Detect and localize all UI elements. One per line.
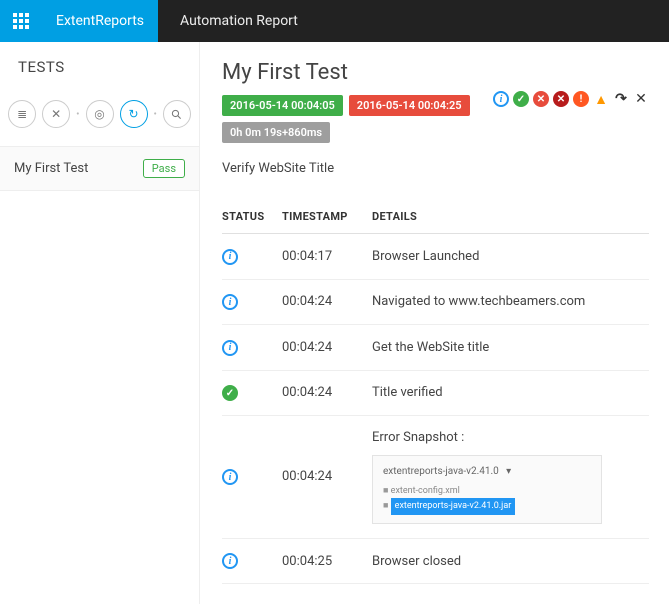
step-row: i 00:04:24Get the WebSite title bbox=[222, 325, 649, 371]
step-row: i 00:04:24Navigated to www.techbeamers.co… bbox=[222, 279, 649, 325]
tool-list-icon[interactable]: ≣ bbox=[8, 100, 36, 128]
sidebar-heading: TESTS bbox=[0, 42, 199, 86]
test-title: My First Test bbox=[222, 60, 649, 85]
status-pass-icon: ✓ bbox=[222, 385, 238, 401]
col-details: DETAILS bbox=[372, 200, 649, 234]
step-timestamp: 00:04:24 bbox=[282, 416, 372, 539]
step-timestamp: 00:04:24 bbox=[282, 279, 372, 325]
step-timestamp: 00:04:17 bbox=[282, 234, 372, 280]
search-icon bbox=[171, 109, 182, 120]
filter-close-icon[interactable]: ✕ bbox=[633, 91, 649, 107]
step-details: Title verified bbox=[372, 370, 649, 416]
test-item-status-badge: Pass bbox=[143, 159, 185, 178]
filter-pass-icon[interactable]: ✓ bbox=[513, 91, 529, 107]
step-details: Error Snapshot : extentreports-java-v2.41… bbox=[372, 416, 649, 539]
step-row: ✓ 00:04:24Title verified bbox=[222, 370, 649, 416]
tool-refresh-icon[interactable]: ↻ bbox=[120, 100, 148, 128]
snapshot-thumbnail[interactable]: extentreports-java-v2.41.0 ▾extent-confi… bbox=[372, 455, 602, 524]
duration-badge: 0h 0m 19s+860ms bbox=[222, 122, 330, 143]
report-title: Automation Report bbox=[158, 0, 320, 42]
tool-category-icon[interactable]: ◎ bbox=[86, 100, 114, 128]
step-details: Get the WebSite title bbox=[372, 325, 649, 371]
status-info-icon: i bbox=[222, 340, 238, 356]
filter-info-icon[interactable]: i bbox=[493, 91, 509, 107]
col-timestamp: TIMESTAMP bbox=[282, 200, 372, 234]
filter-fail-icon[interactable]: ✕ bbox=[533, 91, 549, 107]
step-row: i 00:04:24Error Snapshot : extentreports-j… bbox=[222, 416, 649, 539]
col-status: STATUS bbox=[222, 200, 282, 234]
status-info-icon: i bbox=[222, 469, 238, 485]
step-row: i 00:04:25Browser closed bbox=[222, 538, 649, 584]
step-details: Navigated to www.techbeamers.com bbox=[372, 279, 649, 325]
sidebar-tools: ≣ ✕ • ◎ ↻ • bbox=[0, 86, 199, 146]
status-info-icon: i bbox=[222, 249, 238, 265]
app-menu-button[interactable] bbox=[0, 0, 42, 42]
snapshot-label: Error Snapshot : bbox=[372, 430, 641, 445]
test-description: Verify WebSite Title bbox=[222, 161, 649, 176]
step-details: Browser Launched bbox=[372, 234, 649, 280]
step-timestamp: 00:04:24 bbox=[282, 325, 372, 371]
step-details: Browser closed bbox=[372, 538, 649, 584]
topbar: ExtentReports Automation Report bbox=[0, 0, 669, 42]
tool-search-icon[interactable] bbox=[163, 100, 191, 128]
sidebar: TESTS ≣ ✕ • ◎ ↻ • My First Test Pass bbox=[0, 42, 200, 604]
filter-warning-icon[interactable]: ▲ bbox=[593, 91, 609, 107]
grid-icon bbox=[13, 13, 29, 29]
status-info-icon: i bbox=[222, 294, 238, 310]
test-list-item[interactable]: My First Test Pass bbox=[0, 146, 199, 191]
brand-label: ExtentReports bbox=[42, 0, 158, 42]
start-time-badge: 2016-05-14 00:04:05 bbox=[222, 95, 343, 116]
separator-dot: • bbox=[76, 109, 79, 120]
step-timestamp: 00:04:24 bbox=[282, 370, 372, 416]
step-timestamp: 00:04:25 bbox=[282, 538, 372, 584]
tool-clear-icon[interactable]: ✕ bbox=[42, 100, 70, 128]
main-panel: My First Test i ✓ ✕ ✕ ! ▲ ↷ ✕ 2016-05-14… bbox=[200, 42, 669, 604]
status-filter-row: i ✓ ✕ ✕ ! ▲ ↷ ✕ bbox=[493, 91, 649, 107]
end-time-badge: 2016-05-14 00:04:25 bbox=[349, 95, 470, 116]
test-item-name: My First Test bbox=[14, 161, 88, 176]
filter-fatal-icon[interactable]: ✕ bbox=[553, 91, 569, 107]
filter-redo-icon[interactable]: ↷ bbox=[613, 91, 629, 107]
separator-dot: • bbox=[154, 109, 157, 120]
step-row: i 00:04:17Browser Launched bbox=[222, 234, 649, 280]
steps-table: STATUS TIMESTAMP DETAILS i00:04:17Browse… bbox=[222, 200, 649, 584]
status-info-icon: i bbox=[222, 553, 238, 569]
filter-error-icon[interactable]: ! bbox=[573, 91, 589, 107]
